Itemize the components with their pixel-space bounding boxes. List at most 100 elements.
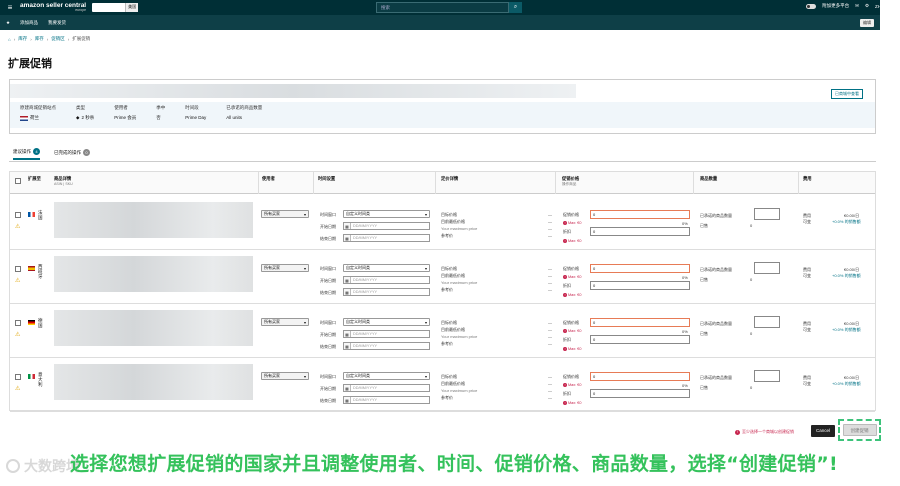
qty-input[interactable] [754, 262, 780, 274]
warning-icon: ⚠ [15, 332, 21, 338]
target-price-value: — [548, 374, 552, 379]
start-date-input[interactable]: ▦ DD/MM/YYYY [343, 276, 430, 284]
menu-icon[interactable]: ≡ [6, 3, 14, 12]
qty-input[interactable] [754, 370, 780, 382]
row-checkbox[interactable] [15, 374, 21, 380]
start-date-input[interactable]: ▦ DD/MM/YYYY [343, 222, 430, 230]
help-link[interactable]: 帮助 [887, 3, 896, 9]
seller-central-logo[interactable]: amazon seller central europe [20, 2, 86, 13]
time-window-dropdown[interactable]: 自定义时间类 ▾ [343, 318, 430, 326]
gear-icon[interactable]: ⚙ [865, 3, 869, 9]
table-header: 扩展至 商品详情 ASIN | SKU 使用者 时间设置 定价详情 促销价格 操作商… [10, 172, 875, 194]
discount-label: 折扣 [563, 391, 571, 396]
committed-qty-label: 已承诺的商品数量 [700, 375, 732, 380]
end-date-input[interactable]: ▦ DD/MM/YYYY [343, 234, 430, 242]
view-in-store-button[interactable]: 已商城中查看 [831, 89, 863, 99]
row-checkbox[interactable] [15, 266, 21, 272]
start-date-label: 开始日期 [320, 386, 336, 391]
error-icon: ! [563, 293, 567, 297]
header-pricing: 定价详情 [441, 176, 459, 181]
country-name: 西班牙 [38, 264, 43, 279]
sold-value: 0 [750, 277, 753, 282]
breadcrumb-current: 扩展促销 [72, 36, 91, 41]
create-promotion-button[interactable]: 创建促销 [842, 424, 877, 436]
discount-label: 折扣 [563, 229, 571, 234]
discount-input[interactable]: 0 [590, 281, 690, 290]
start-date-label: 开始日期 [320, 278, 336, 283]
sold-label: 已售 [700, 277, 708, 282]
summary-time: 时间段 Prime Day [185, 105, 207, 120]
fee-variable-label: 可变 [803, 219, 811, 224]
promo-price-input[interactable]: 0 [590, 318, 690, 327]
start-date-input[interactable]: ▦ DD/MM/YYYY [343, 384, 430, 392]
platform-toggle[interactable] [806, 3, 817, 9]
end-date-input[interactable]: ▦ DD/MM/YYYY [343, 342, 430, 350]
nav-ship[interactable]: 我要发货 [48, 20, 66, 26]
breadcrumb-item[interactable]: 库存 [35, 36, 44, 42]
error-icon: ! [563, 275, 567, 279]
user-dropdown[interactable]: 所有买家 ▾ [261, 264, 309, 272]
product-details-blurred [54, 364, 253, 400]
end-date-input[interactable]: ▦ DD/MM/YYYY [343, 288, 430, 296]
search-input[interactable]: 搜索 [376, 2, 509, 13]
qty-input[interactable] [754, 208, 780, 220]
max-price-value: — [548, 388, 552, 393]
end-date-input[interactable]: ▦ DD/MM/YYYY [343, 396, 430, 404]
store-button[interactable]: 美国 [125, 3, 139, 12]
nav-add-product[interactable]: 添加商品 [20, 20, 38, 26]
nav-edit-button[interactable]: 编辑 [860, 19, 874, 27]
tab-suggested[interactable]: 建议操作 4 [13, 145, 40, 160]
discount-input[interactable]: 0 [590, 227, 690, 236]
fee-variable-label: 可变 [803, 273, 811, 278]
row-checkbox[interactable] [15, 320, 21, 326]
home-icon[interactable]: ⌂ [8, 37, 11, 42]
promo-price-input[interactable]: 0 [590, 210, 690, 219]
tag-icon: ◆ [76, 115, 80, 120]
fee-variable-label: 可变 [803, 381, 811, 386]
star-icon[interactable]: ★ [6, 20, 10, 26]
time-window-dropdown[interactable]: 自定义时间类 ▾ [343, 264, 430, 272]
cancel-button[interactable]: Cancel [811, 425, 835, 437]
promo-price-input[interactable]: 0 [590, 372, 690, 381]
qty-input[interactable] [754, 316, 780, 328]
time-window-dropdown[interactable]: 自定义时间类 ▾ [343, 210, 430, 218]
discount-input[interactable]: 0 [590, 335, 690, 344]
promo-price-error: ! Max: €0 [563, 275, 582, 279]
user-dropdown[interactable]: 所有买家 ▾ [261, 318, 309, 326]
store-selector[interactable]: 美国 [92, 3, 139, 12]
user-dropdown[interactable]: 所有买家 ▾ [261, 372, 309, 380]
end-date-label: 结束日期 [320, 344, 336, 349]
breadcrumb-item[interactable]: 促销区 [51, 36, 65, 42]
lowest-price-value: — [548, 327, 552, 332]
search-icon[interactable]: ⌕ [509, 2, 522, 13]
error-icon: ! [735, 429, 740, 435]
country-flag-icon [28, 320, 35, 325]
breadcrumb-item[interactable]: 库存 [18, 36, 27, 42]
warning-icon: ⚠ [15, 386, 21, 392]
error-icon: ! [563, 221, 567, 225]
discount-input[interactable]: 0 [590, 389, 690, 398]
start-date-input[interactable]: ▦ DD/MM/YYYY [343, 330, 430, 338]
discount-error: ! Max: €0 [563, 239, 582, 243]
max-price-label: Your maximum price [441, 280, 478, 285]
time-window-dropdown[interactable]: 自定义时间类 ▾ [343, 372, 430, 380]
product-details-blurred [54, 202, 253, 238]
tab-completed[interactable]: 已完成的操作 0 [54, 146, 90, 159]
calendar-icon: ▦ [344, 289, 351, 295]
header-time: 时间设置 [318, 176, 336, 181]
sold-label: 已售 [700, 223, 708, 228]
error-icon: ! [563, 239, 567, 243]
reference-price-value: — [548, 287, 552, 292]
header-fee: 费用 [803, 176, 812, 181]
promo-price-label: 促销价格 [563, 320, 579, 325]
select-all-checkbox[interactable] [15, 178, 21, 184]
country-name: 德国 [38, 318, 43, 328]
country-name: 意大利 [38, 372, 43, 387]
mail-icon[interactable]: ✉ [855, 3, 859, 9]
promo-price-input[interactable]: 0 [590, 264, 690, 273]
user-dropdown[interactable]: 所有买家 ▾ [261, 210, 309, 218]
target-price-value: — [548, 320, 552, 325]
promo-price-label: 促销价格 [563, 266, 579, 271]
language-selector[interactable]: ZH [875, 4, 881, 9]
row-checkbox[interactable] [15, 212, 21, 218]
